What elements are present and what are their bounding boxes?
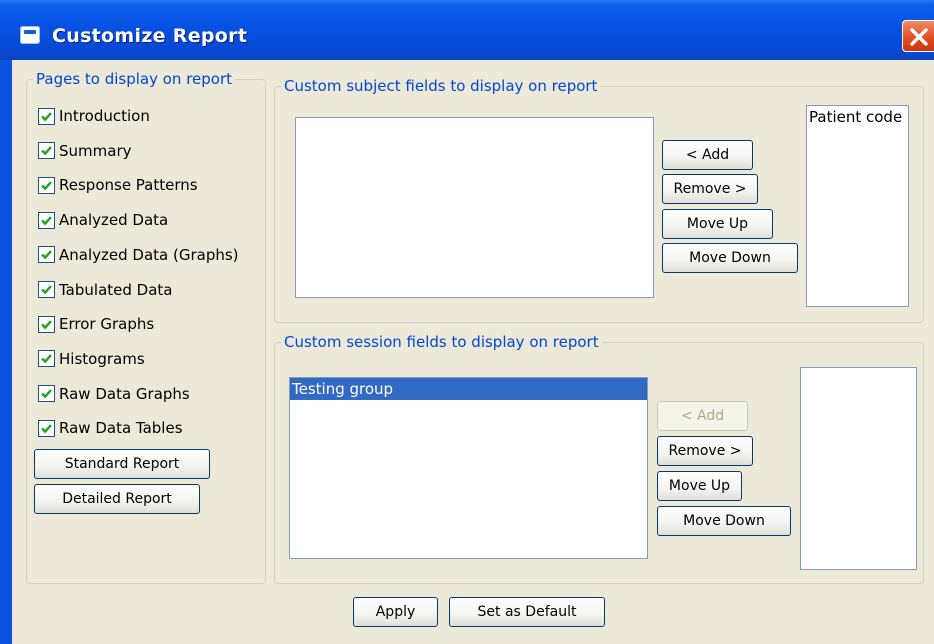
page-checkbox-row[interactable]: Tabulated Data <box>38 279 172 301</box>
checkmark-icon <box>41 215 52 225</box>
page-checkbox-label: Raw Data Graphs <box>59 384 190 403</box>
checkmark-icon <box>41 285 52 295</box>
standard-report-button[interactable]: Standard Report <box>34 449 210 479</box>
session-remove-button[interactable]: Remove > <box>657 436 753 466</box>
page-checkbox-row[interactable]: Analyzed Data <box>38 209 168 231</box>
set-as-default-button[interactable]: Set as Default <box>449 597 605 627</box>
session-move-up-button[interactable]: Move Up <box>657 471 742 501</box>
page-checkbox[interactable] <box>38 385 55 403</box>
checkmark-icon <box>41 250 52 260</box>
subject-fields-legend: Custom subject fields to display on repo… <box>284 77 598 95</box>
page-checkbox-label: Raw Data Tables <box>59 419 183 438</box>
checkmark-icon <box>41 319 52 330</box>
page-checkbox-label: Error Graphs <box>59 315 155 334</box>
subject-move-down-button[interactable]: Move Down <box>662 243 798 273</box>
page-checkbox[interactable] <box>38 142 55 160</box>
page-checkbox-label: Histograms <box>59 349 145 368</box>
page-checkbox-label: Introduction <box>59 107 150 125</box>
customize-report-window: Customize Report Pages to display on rep… <box>0 0 934 644</box>
list-item[interactable]: Patient code <box>807 106 908 128</box>
window-title: Customize Report <box>52 25 248 47</box>
page-checkbox-row[interactable]: Response Patterns <box>38 174 198 196</box>
page-checkbox[interactable] <box>38 350 55 368</box>
checkmark-icon <box>41 424 52 434</box>
page-checkbox[interactable] <box>38 211 55 229</box>
close-icon <box>910 28 928 46</box>
page-checkbox[interactable] <box>38 246 55 264</box>
page-checkbox[interactable] <box>38 419 55 437</box>
subject-selected-list[interactable]: Patient code <box>806 105 909 307</box>
session-fields-legend: Custom session fields to display on repo… <box>284 333 599 351</box>
checkmark-icon <box>41 354 52 364</box>
page-checkbox-row[interactable]: Raw Data Graphs <box>38 383 190 405</box>
checkmark-icon <box>41 389 52 399</box>
checkmark-icon <box>41 146 52 156</box>
subject-available-list[interactable] <box>295 117 654 298</box>
session-add-button[interactable]: < Add <box>657 401 748 431</box>
subject-move-up-button[interactable]: Move Up <box>662 209 773 239</box>
page-checkbox[interactable] <box>38 315 55 333</box>
apply-button[interactable]: Apply <box>353 597 438 627</box>
pages-group-legend: Pages to display on report <box>36 70 233 88</box>
session-available-list[interactable]: Testing group <box>289 377 648 559</box>
checkmark-icon <box>41 111 52 121</box>
page-checkbox-label: Analyzed Data <box>59 211 169 230</box>
subject-remove-button[interactable]: Remove > <box>662 174 758 204</box>
page-checkbox[interactable] <box>38 281 55 298</box>
page-checkbox-row[interactable]: Raw Data Tables <box>38 417 183 439</box>
page-checkbox[interactable] <box>38 107 55 125</box>
title-bar[interactable]: Customize Report <box>0 0 934 60</box>
page-checkbox[interactable] <box>38 176 55 194</box>
page-checkbox-row[interactable]: Summary <box>38 140 132 162</box>
dialog-client-area: Pages to display on report Standard Repo… <box>12 60 934 644</box>
subject-add-button[interactable]: < Add <box>662 140 753 170</box>
list-item[interactable]: Testing group <box>290 378 647 400</box>
session-move-down-button[interactable]: Move Down <box>657 506 791 536</box>
page-checkbox-row[interactable]: Error Graphs <box>38 313 154 335</box>
app-window-icon <box>20 26 40 44</box>
checkmark-icon <box>41 181 52 191</box>
page-checkbox-label: Analyzed Data (Graphs) <box>59 245 239 264</box>
page-checkbox-row[interactable]: Histograms <box>38 348 145 370</box>
page-checkbox-row[interactable]: Introduction <box>38 105 150 127</box>
session-selected-list[interactable] <box>800 367 917 570</box>
close-button[interactable] <box>902 20 934 52</box>
detailed-report-button[interactable]: Detailed Report <box>34 484 200 514</box>
page-checkbox-row[interactable]: Analyzed Data (Graphs) <box>38 244 239 266</box>
page-checkbox-label: Response Patterns <box>59 176 198 195</box>
page-checkbox-label: Summary <box>59 141 132 160</box>
page-checkbox-label: Tabulated Data <box>59 280 173 299</box>
